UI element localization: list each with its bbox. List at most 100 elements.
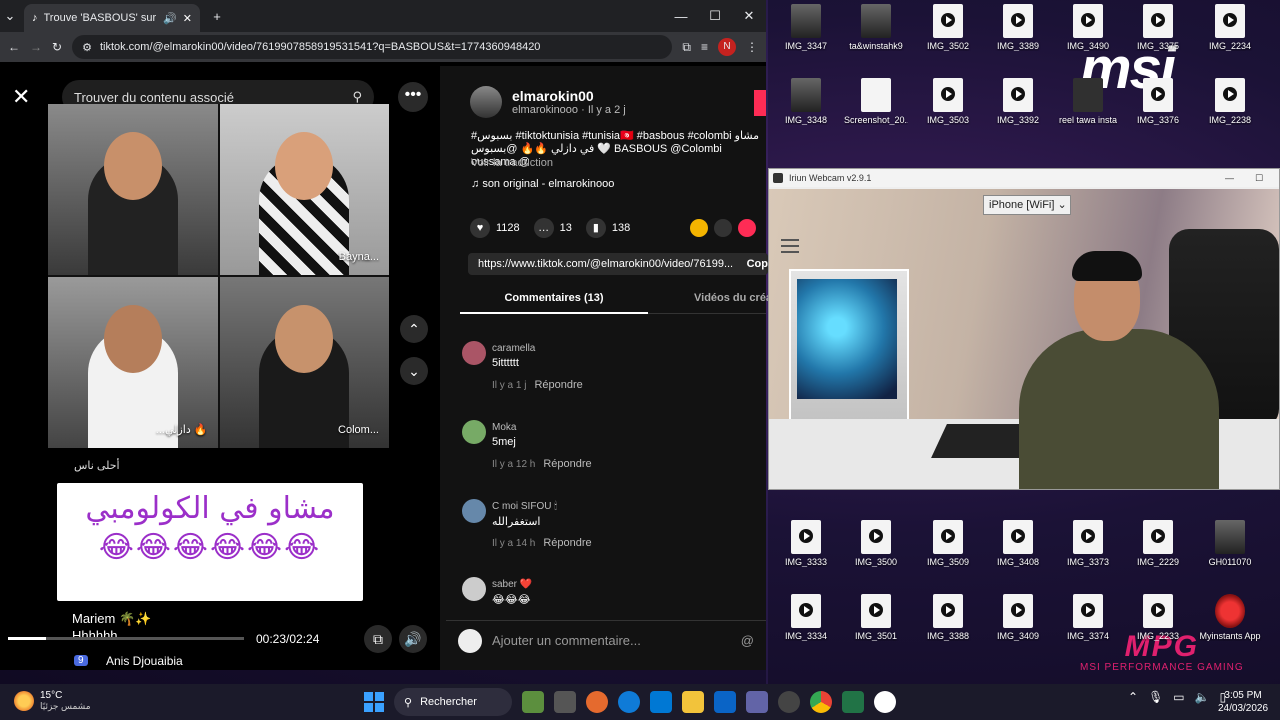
comment-avatar[interactable] <box>462 341 486 365</box>
author-name[interactable]: elmarokin00 <box>512 88 626 104</box>
more-options-icon[interactable]: ••• <box>398 82 428 112</box>
coin-share-icon[interactable] <box>690 219 708 237</box>
iriun-minimize-icon[interactable]: — <box>1225 173 1249 183</box>
taskbar-search[interactable]: ⚲ Rechercher <box>394 688 512 716</box>
reload-icon[interactable]: ↻ <box>52 40 62 54</box>
desktop-icon[interactable]: IMG_3334 <box>774 590 838 654</box>
site-info-icon[interactable]: ⚙ <box>82 41 92 54</box>
app-icon[interactable] <box>874 691 896 713</box>
excel-icon[interactable] <box>842 691 864 713</box>
forward-icon[interactable]: → <box>30 40 42 54</box>
progress-bar[interactable] <box>8 637 244 640</box>
show-hidden-icons[interactable]: ⌃ <box>1128 690 1138 704</box>
tab-creator-videos[interactable]: Vidéos du créa <box>694 288 772 308</box>
tab-close-icon[interactable]: ✕ <box>183 12 192 25</box>
embed-icon[interactable] <box>714 219 732 237</box>
send-icon[interactable] <box>738 219 756 237</box>
pip-icon[interactable]: ⧉ <box>364 625 392 653</box>
desktop-icon[interactable]: IMG_3502 <box>916 0 980 64</box>
search-input[interactable]: Trouver du contenu associé <box>74 90 352 105</box>
desktop-icon[interactable]: IMG_3376 <box>1126 74 1190 138</box>
comment-user[interactable]: C moi SIFOU 🕯 <box>492 501 557 512</box>
profile-avatar[interactable]: N <box>718 38 736 56</box>
desktop-icon[interactable]: IMG_3503 <box>916 74 980 138</box>
close-window-icon[interactable]: ✕ <box>732 8 766 24</box>
desktop-icon[interactable]: IMG_3375 <box>1126 0 1190 64</box>
copy-link-button[interactable]: Cop <box>740 253 768 275</box>
network-icon[interactable]: ▭ <box>1173 690 1184 704</box>
copilot-icon[interactable] <box>586 691 608 713</box>
video-link-box[interactable]: https://www.tiktok.com/@elmarokin00/vide… <box>468 253 768 275</box>
follow-button[interactable] <box>754 90 766 116</box>
taskview-icon[interactable] <box>554 691 576 713</box>
close-icon[interactable]: ✕ <box>12 84 38 110</box>
desktop-icon[interactable]: IMG_3348 <box>774 74 838 138</box>
previous-video-icon[interactable]: ⌃ <box>400 315 428 343</box>
maximize-icon[interactable]: ☐ <box>698 8 732 24</box>
desktop-icon[interactable]: Myinstants App <box>1198 590 1262 654</box>
translate-link[interactable]: Voir la traduction <box>471 157 553 169</box>
weather-widget[interactable]: 15°C مشمس جزئيًا <box>14 690 91 712</box>
desktop-icon[interactable]: IMG_3392 <box>986 74 1050 138</box>
hamburger-menu-icon[interactable] <box>781 239 799 253</box>
desktop-icon[interactable]: Screenshot_20... <box>844 74 908 138</box>
new-tab-icon[interactable]: + <box>200 9 234 24</box>
author-avatar[interactable] <box>470 86 502 118</box>
comment-user[interactable]: caramella <box>492 343 535 354</box>
desktop-icon[interactable]: IMG_3490 <box>1056 0 1120 64</box>
tab-search-list-icon[interactable]: ≡ <box>701 40 708 54</box>
extensions-icon[interactable]: ⧉ <box>682 40 691 55</box>
desktop-icon[interactable]: IMG_3388 <box>916 590 980 654</box>
tab-audio-icon[interactable]: 🔊 <box>163 12 177 25</box>
like-button[interactable]: ♥ 1128 <box>470 218 520 238</box>
desktop-icon[interactable]: ta&winstahk9 <box>844 0 908 64</box>
teams-icon[interactable] <box>746 691 768 713</box>
tab-comments[interactable]: Commentaires (13) <box>460 288 648 314</box>
comment-user[interactable]: Moka <box>492 422 516 433</box>
device-select[interactable]: iPhone [WiFi] ⌄ <box>983 195 1071 215</box>
desktop-icon[interactable]: IMG_3373 <box>1056 516 1120 580</box>
start-icon[interactable] <box>364 692 384 712</box>
comment-user[interactable]: saber ❤️ <box>492 579 532 590</box>
iriun-maximize-icon[interactable]: ☐ <box>1255 173 1279 184</box>
browser-tab[interactable]: ♪ Trouve 'BASBOUS' sur TikTok 🔊 ✕ <box>24 4 200 32</box>
outlook-icon[interactable] <box>714 691 736 713</box>
desktop-icon[interactable]: IMG_3347 <box>774 0 838 64</box>
url-field[interactable]: ⚙ tiktok.com/@elmarokin00/video/76199078… <box>72 35 673 59</box>
reply-button[interactable]: Répondre <box>543 537 591 549</box>
back-icon[interactable]: ← <box>8 40 20 54</box>
comment-avatar[interactable] <box>462 577 486 601</box>
chrome-icon[interactable] <box>810 691 832 713</box>
desktop-icon[interactable]: IMG_3501 <box>844 590 908 654</box>
desktop-icon[interactable]: IMG_3408 <box>986 516 1050 580</box>
add-comment-input[interactable]: Ajouter un commentaire... <box>492 633 731 648</box>
microphone-icon[interactable]: 🎙 <box>1148 690 1163 704</box>
desktop-icon[interactable]: IMG_3374 <box>1056 590 1120 654</box>
desktop-icon[interactable]: IMG_3389 <box>986 0 1050 64</box>
mention-icon[interactable]: @ <box>741 633 754 648</box>
desktop-icon[interactable]: IMG_2229 <box>1126 516 1190 580</box>
search-icon[interactable]: ⚲ <box>352 89 362 105</box>
desktop-icon[interactable]: IMG_3333 <box>774 516 838 580</box>
author-block[interactable]: elmarokin00 elmarokinooo · Il y a 2 j <box>470 86 626 118</box>
desktop-icon[interactable]: IMG_3509 <box>916 516 980 580</box>
save-button[interactable]: ▮ 138 <box>585 218 630 238</box>
app-icon[interactable] <box>522 691 544 713</box>
desktop-icon[interactable]: IMG_3409 <box>986 590 1050 654</box>
desktop-icon[interactable]: IMG_2234 <box>1198 0 1262 64</box>
comment-avatar[interactable] <box>462 420 486 444</box>
comment-avatar[interactable] <box>462 499 486 523</box>
desktop-icon[interactable]: GH011070 <box>1198 516 1262 580</box>
tab-search-icon[interactable]: ⌄ <box>0 8 20 24</box>
desktop-icon[interactable]: IMG_2238 <box>1198 74 1262 138</box>
sound-link[interactable]: ♫ son original - elmarokinooo <box>471 178 614 190</box>
settings-icon[interactable] <box>778 691 800 713</box>
desktop-icon[interactable]: IMG_3500 <box>844 516 908 580</box>
video-frame[interactable]: Bayna... ...دازلي 🔥 Colom... <box>48 104 389 448</box>
clock[interactable]: 3:05 PM 24/03/2026 <box>1218 689 1268 715</box>
comment-button[interactable]: … 13 <box>533 218 572 238</box>
menu-icon[interactable]: ⋮ <box>746 40 758 54</box>
volume-icon[interactable]: 🔊 <box>399 625 427 653</box>
edge-icon[interactable] <box>618 691 640 713</box>
reply-button[interactable]: Répondre <box>534 379 582 391</box>
